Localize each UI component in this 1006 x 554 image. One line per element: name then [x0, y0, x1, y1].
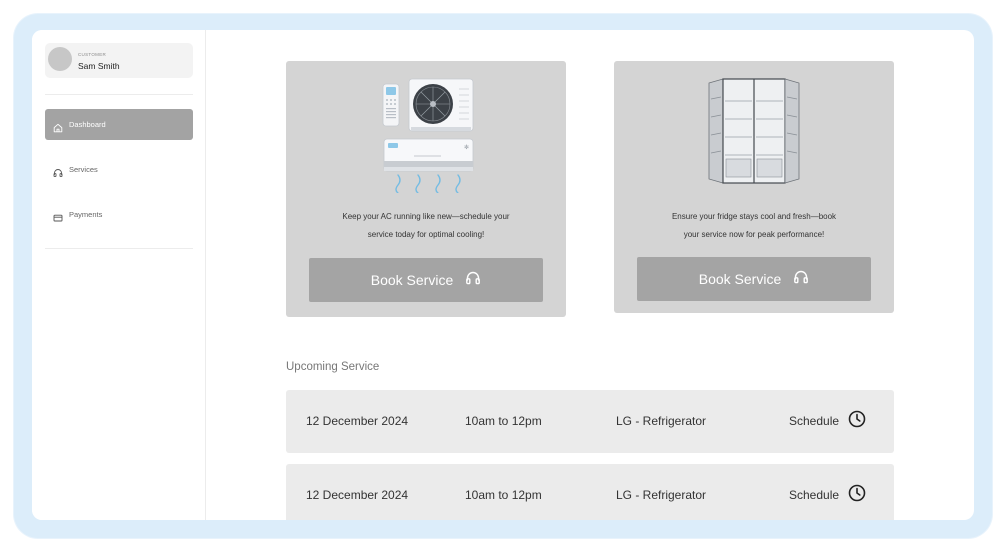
sidebar-item-label: Services: [69, 165, 98, 174]
avatar: [48, 47, 72, 71]
clock-icon[interactable]: [848, 410, 866, 428]
service-date: 12 December 2024: [306, 488, 409, 502]
schedule-label[interactable]: Schedule: [789, 488, 839, 502]
refrigerator-illustration: [707, 77, 801, 192]
app-window: CUSTOMER Sam Smith Dashboard Services Pa…: [32, 30, 974, 520]
book-service-label: Book Service: [698, 271, 782, 287]
book-fridge-service-button[interactable]: Book Service: [637, 257, 871, 301]
service-row[interactable]: 12 December 2024 10am to 12pm LG - Refri…: [286, 464, 894, 520]
service-row[interactable]: 12 December 2024 10am to 12pm LG - Refri…: [286, 390, 894, 453]
schedule-label[interactable]: Schedule: [789, 414, 839, 428]
fridge-card-description-line1: Ensure your fridge stays cool and fresh—…: [671, 212, 837, 221]
sidebar-item-payments[interactable]: Payments: [45, 199, 193, 230]
fridge-card-description-line2: your service now for peak performance!: [683, 230, 825, 239]
service-date: 12 December 2024: [306, 414, 409, 428]
sidebar: CUSTOMER Sam Smith Dashboard Services Pa…: [32, 30, 206, 520]
sidebar-item-label: Dashboard: [69, 120, 106, 129]
headphones-icon: [465, 270, 481, 291]
air-conditioner-illustration: ✻: [381, 77, 477, 198]
card-icon: [53, 210, 63, 221]
ac-service-card: ✻ Keep your AC running like new—schedule…: [286, 61, 566, 317]
ac-card-description-line1: Keep your AC running like new—schedule y…: [342, 212, 510, 221]
book-service-label: Book Service: [370, 272, 454, 288]
ac-card-description-line2: service today for optimal cooling!: [367, 230, 485, 239]
clock-icon[interactable]: [848, 484, 866, 502]
user-role: CUSTOMER: [78, 52, 107, 57]
upcoming-service-heading: Upcoming Service: [286, 361, 380, 373]
svg-text:✻: ✻: [464, 144, 469, 151]
service-appliance: LG - Refrigerator: [616, 414, 707, 428]
sidebar-item-services[interactable]: Services: [45, 154, 193, 185]
fridge-service-card: Ensure your fridge stays cool and fresh—…: [614, 61, 894, 313]
sidebar-divider: [45, 248, 193, 249]
service-appliance: LG - Refrigerator: [616, 488, 707, 502]
sidebar-item-label: Payments: [69, 210, 103, 219]
sidebar-divider: [45, 94, 193, 95]
home-icon: [53, 120, 63, 132]
service-time: 10am to 12pm: [465, 414, 542, 428]
user-name: Sam Smith: [78, 61, 120, 71]
sidebar-item-dashboard[interactable]: Dashboard: [45, 109, 193, 140]
headphones-icon: [793, 269, 809, 290]
service-time: 10am to 12pm: [465, 488, 542, 502]
book-ac-service-button[interactable]: Book Service: [309, 258, 543, 302]
headphones-icon: [53, 165, 63, 177]
user-profile-card[interactable]: CUSTOMER Sam Smith: [45, 43, 193, 78]
